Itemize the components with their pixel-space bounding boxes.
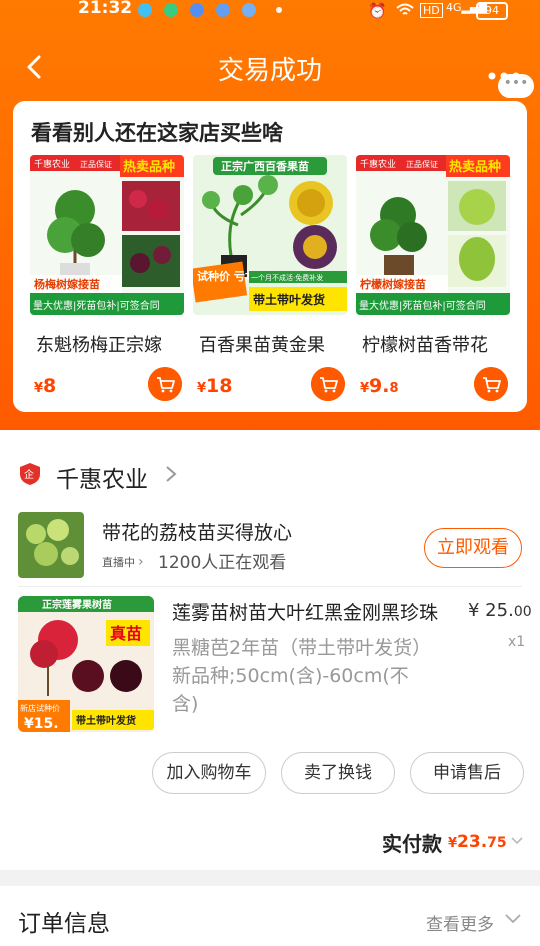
svg-text:真苗: 真苗 [110,624,142,643]
order-info-title: 订单信息 [18,911,110,937]
live-title: 带花的荔枝苗买得放心 [102,522,293,544]
product-name: 百香果苗黄金果 [199,335,325,356]
svg-text:正宗广西百香果苗: 正宗广西百香果苗 [221,159,309,173]
shop-order-card: 企 千惠农业 带花的荔枝苗买得放心 直播中 › 1200人正在观看 立即观看 正… [0,430,540,870]
svg-text:正宗莲雾果树苗: 正宗莲雾果树苗 [42,598,112,611]
product-image: 千惠农业 正品保证 热卖品种 柠檬树嫁接苗 量大优惠|死苗包补|可签合同 [356,155,510,315]
app-icon [216,3,230,17]
svg-text:正品保证: 正品保证 [80,159,112,169]
svg-text:千惠农业: 千惠农业 [360,158,396,170]
svg-text:¥15.: ¥15. [24,716,59,732]
cloud-icon [242,3,256,17]
add-to-cart-icon[interactable] [311,367,345,401]
svg-text:一个月不成活·免费补发: 一个月不成活·免费补发 [251,273,323,282]
svg-text:企: 企 [24,468,34,481]
live-stream-row[interactable]: 带花的荔枝苗买得放心 直播中 › 1200人正在观看 立即观看 [18,512,522,584]
product-price: ¥9.8 [360,375,399,397]
total-paid-amount: ¥23.75 [448,832,507,852]
svg-text:带土带叶发货: 带土带叶发货 [76,714,136,727]
live-status-badge: 直播中 [102,556,135,569]
add-to-cart-button[interactable]: 加入购物车 [152,752,266,794]
product-name: 柠檬树苗香带花 [362,335,488,356]
product-name: 东魁杨梅正宗嫁 [36,335,162,356]
product-card[interactable]: 正宗广西百香果苗 试种价 亏本送 一个月不成活·免费补发 带土带叶发货 百香果苗… [193,155,347,405]
navigation-bar: 交易成功 ••• [0,40,540,98]
battery-icon: 94 [476,2,508,20]
live-thumbnail [18,512,84,578]
product-image: 千惠农业 正品保证 热卖品种 杨梅树嫁接苗 量大优惠|死苗包补|可签合同 [30,155,184,315]
total-paid-label: 实付款 [382,832,442,856]
resell-button[interactable]: 卖了换钱 [281,752,395,794]
chevron-down-icon[interactable] [510,834,524,848]
message-icon [164,3,178,17]
order-info-section: 订单信息 查看更多 [0,886,540,946]
dot-icon [276,7,282,13]
chevron-right-icon: › [138,554,144,570]
shop-logo-icon: 企 [20,463,40,485]
product-price: ¥8 [34,375,57,397]
hd-icon: HD [420,3,443,18]
live-viewer-count: 1200人正在观看 [158,553,287,573]
divider [18,586,522,587]
svg-text:杨梅树嫁接苗: 杨梅树嫁接苗 [34,277,100,291]
page-title: 交易成功 [217,56,322,86]
svg-text:新店试种价: 新店试种价 [20,703,60,713]
order-quantity: x1 [508,634,526,650]
view-more-link[interactable]: 查看更多 [426,910,494,935]
svg-text:热卖品种: 热卖品种 [123,159,175,175]
chevron-right-icon[interactable] [164,464,178,484]
more-badge: ••• [498,74,534,98]
product-image: 正宗广西百香果苗 试种价 亏本送 一个月不成活·免费补发 带土带叶发货 [193,155,347,315]
add-to-cart-icon[interactable] [474,367,508,401]
wifi-icon [396,3,414,15]
product-price: ¥18 [197,375,233,397]
notification-icon [138,3,152,17]
add-to-cart-icon[interactable] [148,367,182,401]
product-card[interactable]: 千惠农业 正品保证 热卖品种 柠檬树嫁接苗 量大优惠|死苗包补|可签合同 柠檬树… [356,155,510,405]
recommendation-title: 看看别人还在这家店买些啥 [31,121,283,145]
svg-text:热卖品种: 热卖品种 [449,159,501,175]
svg-text:带土带叶发货: 带土带叶发货 [253,292,325,307]
alarm-icon: ⏰ [368,2,387,20]
status-time: 21:32 [78,0,133,18]
svg-text:正品保证: 正品保证 [406,159,438,169]
order-product-title[interactable]: 莲雾苗树苗大叶红黑金刚黑珍珠 [172,598,442,625]
status-bar: 21:32 ⏰ HD 4G▂▄▆ 94 [0,0,540,22]
watch-now-button[interactable]: 立即观看 [424,528,522,568]
svg-text:量大优惠|死苗包补|可签合同: 量大优惠|死苗包补|可签合同 [33,299,160,312]
order-product-price: ¥ 25.00 [468,600,532,621]
recommendation-card: 看看别人还在这家店买些啥 千惠农业 正品保证 热卖品种 杨梅树嫁接苗 量大优惠|… [13,101,527,412]
product-card[interactable]: 千惠农业 正品保证 热卖品种 杨梅树嫁接苗 量大优惠|死苗包补|可签合同 东魁杨… [30,155,184,405]
order-product-image[interactable]: 正宗莲雾果树苗 真苗 新店试种价 ¥15. 带土带叶发货 [18,596,154,732]
svg-text:柠檬树嫁接苗: 柠檬树嫁接苗 [360,277,426,291]
chevron-down-icon[interactable] [504,912,522,926]
shop-name[interactable]: 千惠农业 [56,460,148,494]
after-sales-button[interactable]: 申请售后 [410,752,524,794]
svg-text:千惠农业: 千惠农业 [34,158,70,170]
order-product-spec: 黑糖芭2年苗（带土带叶发货）新品种;50cm(含)-60cm(不含) [172,637,432,715]
svg-text:量大优惠|死苗包补|可签合同: 量大优惠|死苗包补|可签合同 [359,299,486,312]
chat-icon [190,3,204,17]
